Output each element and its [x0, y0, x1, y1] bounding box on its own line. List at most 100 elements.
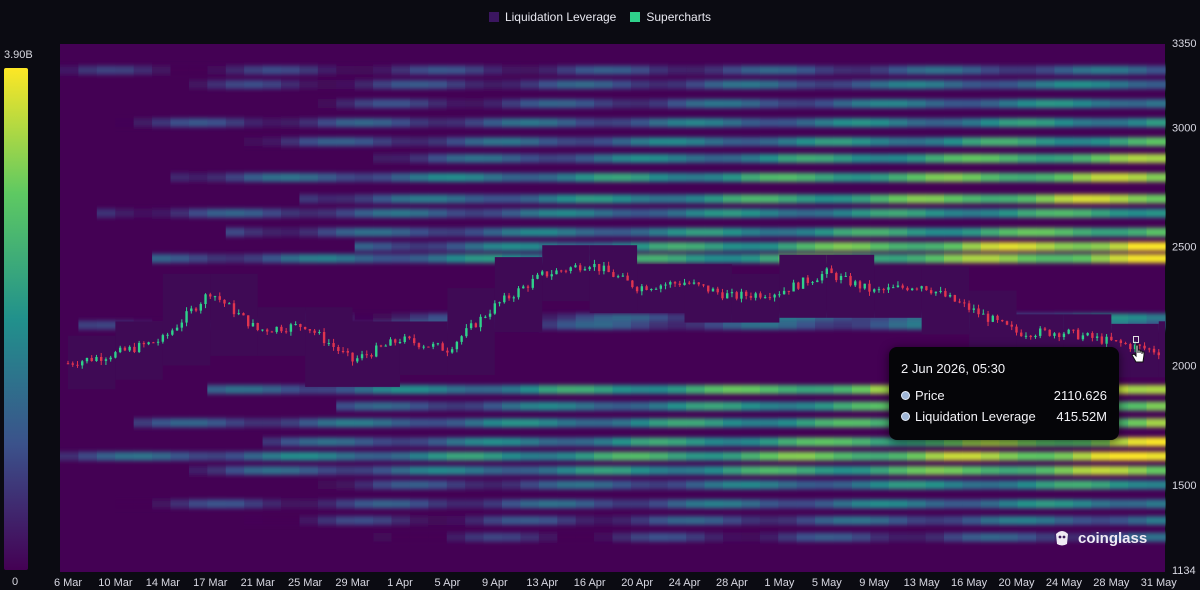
- heat-cell: [373, 480, 393, 490]
- heat-cell: [833, 172, 853, 182]
- heat-cell: [225, 253, 245, 263]
- heat-cell: [944, 194, 964, 204]
- heat-cell: [1091, 80, 1111, 90]
- heat-cell: [759, 401, 779, 411]
- heat-cell: [538, 99, 558, 109]
- heat-cell: [520, 516, 540, 526]
- heat-cell: [391, 242, 411, 252]
- heat-cell: [520, 465, 540, 475]
- candle-body: [1095, 336, 1099, 338]
- heat-cell: [115, 499, 135, 509]
- heat-cell: [409, 516, 429, 526]
- candle-body: [792, 282, 795, 292]
- heat-cell: [594, 465, 614, 475]
- heat-cell: [907, 80, 927, 90]
- heat-cell: [796, 480, 816, 490]
- heat-cell: [1072, 153, 1092, 163]
- heat-cell: [115, 118, 135, 128]
- heat-cell: [796, 532, 816, 542]
- heat-cell: [188, 80, 208, 90]
- heat-cell: [1072, 172, 1092, 182]
- heat-cell: [502, 437, 522, 447]
- heat-cell: [759, 208, 779, 218]
- heat-cell: [667, 253, 687, 263]
- heat-cell: [962, 227, 982, 237]
- heat-cell: [446, 80, 466, 90]
- heat-cell: [1036, 65, 1056, 75]
- heat-cell: [980, 253, 1000, 263]
- heat-cell: [630, 418, 650, 428]
- heat-cell: [686, 118, 706, 128]
- heat-cell: [649, 480, 669, 490]
- candle-body: [71, 363, 74, 365]
- heat-cell: [409, 153, 429, 163]
- candle-body: [152, 342, 155, 344]
- heat-cell: [152, 253, 172, 263]
- heat-cell: [170, 499, 190, 509]
- candle-body: [270, 331, 274, 333]
- heat-cell: [630, 99, 650, 109]
- x-tick-label: 21 Mar: [241, 577, 276, 589]
- candle-body: [716, 288, 719, 293]
- heat-cell: [1017, 65, 1037, 75]
- heat-cell: [575, 516, 595, 526]
- heat-cell: [594, 65, 614, 75]
- heat-cell: [188, 465, 208, 475]
- heat-cell: [980, 172, 1000, 182]
- candle-body: [896, 285, 900, 288]
- heat-cell: [649, 99, 669, 109]
- price-zone: [447, 288, 495, 375]
- heat-cell: [667, 194, 687, 204]
- heat-cell: [980, 65, 1000, 75]
- heat-cell: [925, 516, 945, 526]
- heat-cell: [446, 194, 466, 204]
- candle-body: [1005, 321, 1009, 325]
- heat-cell: [538, 194, 558, 204]
- heat-cell: [594, 320, 614, 330]
- heat-cell: [925, 499, 945, 509]
- heat-cell: [373, 437, 393, 447]
- heat-cell: [336, 194, 356, 204]
- heat-cell: [244, 418, 264, 428]
- heat-cell: [575, 80, 595, 90]
- heat-cell: [538, 118, 558, 128]
- heat-cell: [557, 153, 577, 163]
- heat-cell: [759, 99, 779, 109]
- heat-cell: [888, 208, 908, 218]
- candle-body: [868, 283, 871, 292]
- heat-cell: [575, 465, 595, 475]
- heat-cell: [778, 451, 798, 461]
- x-tick-label: 24 May: [1046, 577, 1083, 589]
- heat-cell: [870, 451, 890, 461]
- heat-cell: [520, 532, 540, 542]
- heat-cell: [888, 253, 908, 263]
- heat-cell: [778, 208, 798, 218]
- heat-cell: [888, 532, 908, 542]
- heat-cell: [649, 499, 669, 509]
- heat-cell: [612, 320, 632, 330]
- heat-cell: [281, 499, 301, 509]
- candle-body: [1091, 333, 1094, 338]
- heat-cell: [207, 172, 227, 182]
- heat-cell: [520, 172, 540, 182]
- heatmap-chart[interactable]: 3350 3000 2500 2000 1500 1134 6 Mar 10 Mar 14 M…: [0, 0, 1200, 590]
- heat-cell: [188, 253, 208, 263]
- x-tick-label: 24 Apr: [669, 577, 701, 589]
- heat-cell: [446, 253, 466, 263]
- heat-cell: [833, 480, 853, 490]
- heat-cell: [704, 80, 724, 90]
- heat-cell: [170, 451, 190, 461]
- heat-cell: [612, 80, 632, 90]
- x-tick-label: 31 May: [1141, 577, 1178, 589]
- heat-cell: [299, 499, 319, 509]
- candle-body: [1053, 333, 1056, 336]
- heat-cell: [944, 465, 964, 475]
- candle-body: [114, 352, 117, 358]
- heat-cell: [409, 480, 429, 490]
- candle-body: [104, 359, 108, 361]
- heat-cell: [944, 118, 964, 128]
- candle-body: [1152, 348, 1156, 353]
- y-tick-label: 1500: [1172, 480, 1196, 492]
- candle-body: [299, 324, 302, 327]
- heat-cell: [815, 320, 835, 330]
